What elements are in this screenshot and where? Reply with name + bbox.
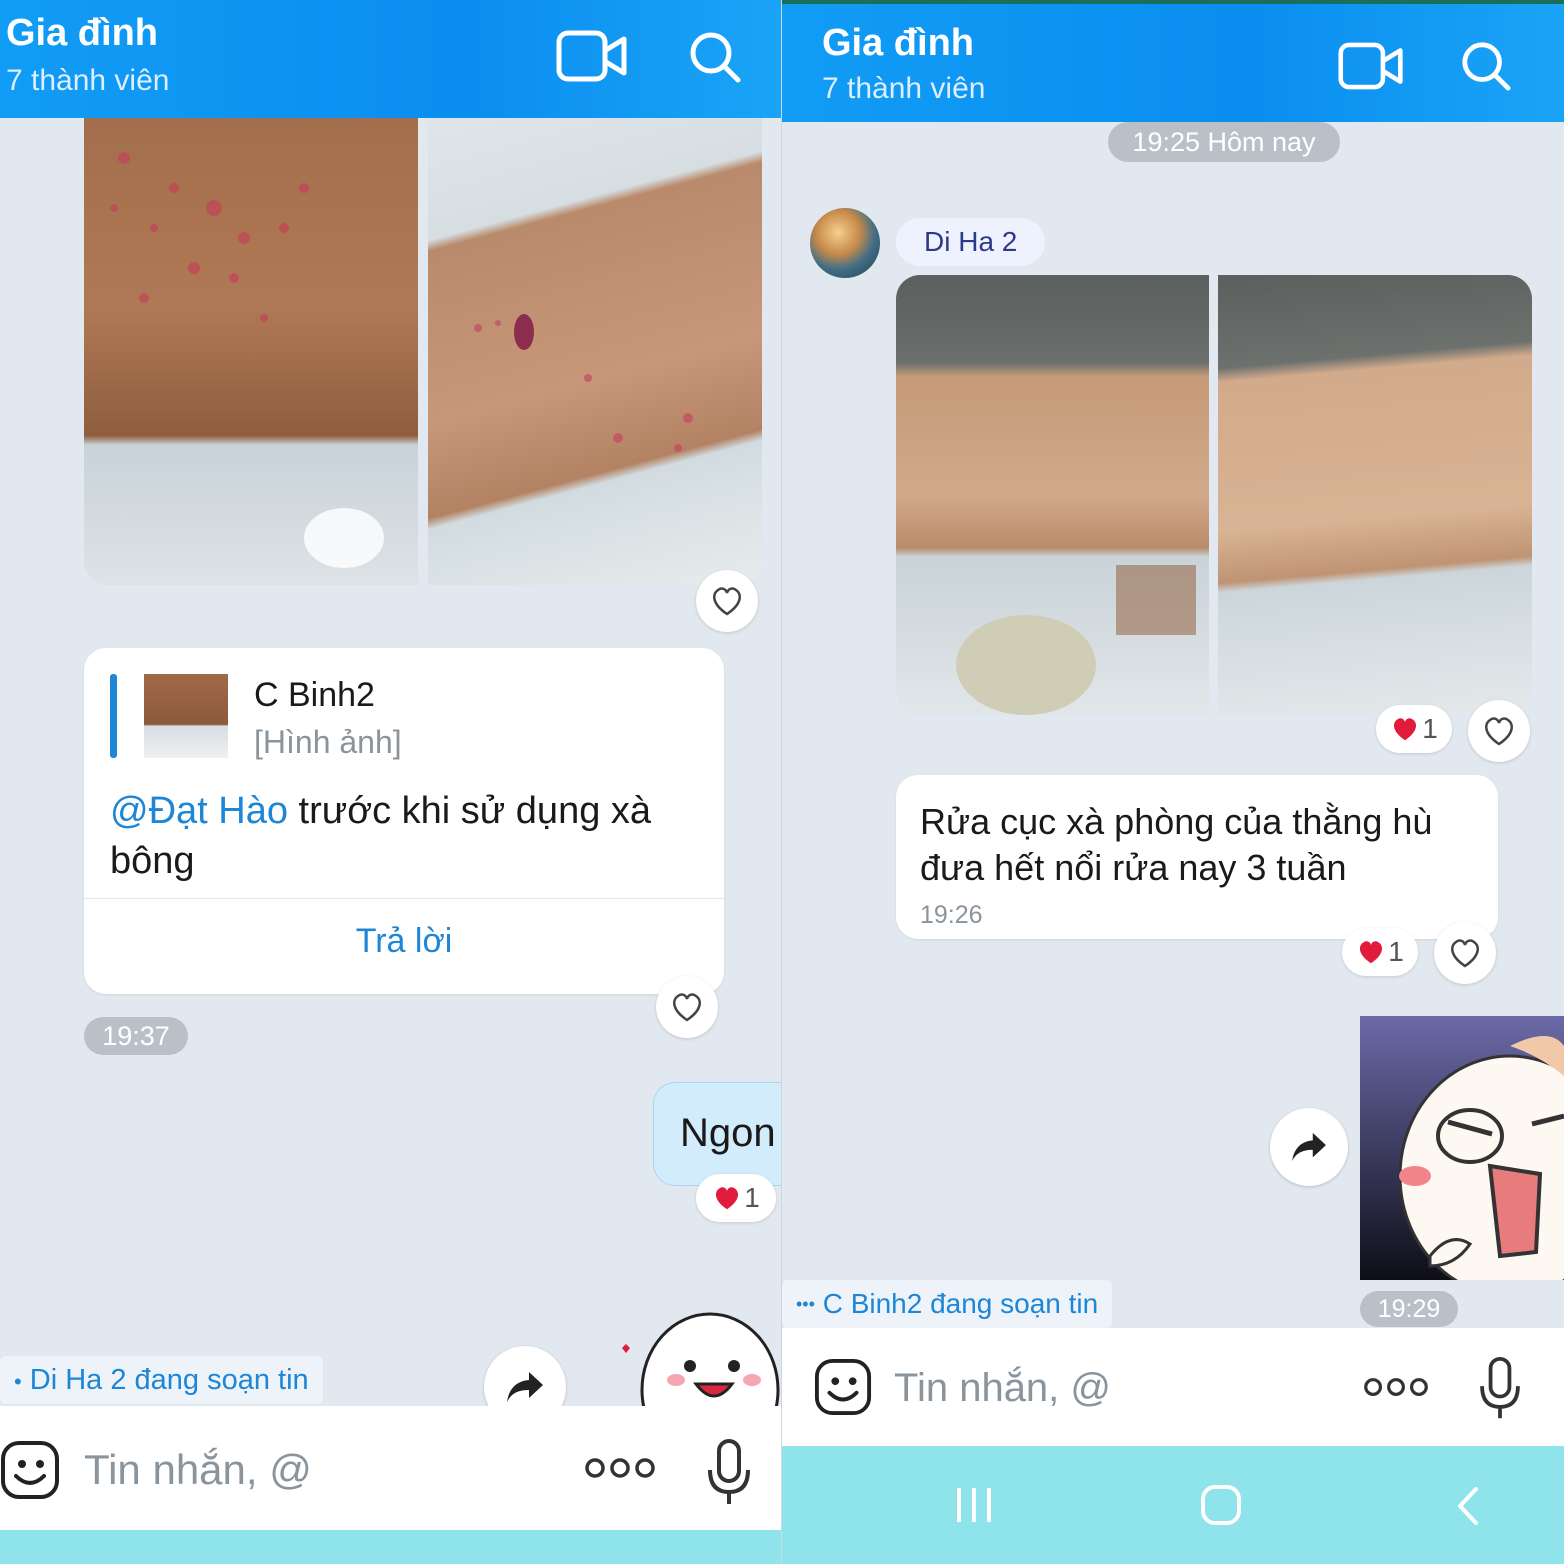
like-button[interactable] [696, 570, 758, 632]
quote-bar [110, 674, 117, 758]
search-icon[interactable] [688, 30, 742, 84]
photo-arm-healed-1[interactable] [896, 275, 1209, 715]
video-call-icon[interactable] [556, 28, 628, 84]
heart-icon [1360, 941, 1383, 964]
reaction-badge[interactable]: 1 [1342, 928, 1418, 976]
photo-group[interactable] [896, 275, 1532, 715]
sticker-angry-face[interactable] [1360, 1016, 1564, 1280]
group-title[interactable]: Gia đình [6, 12, 158, 55]
photo-arm-rash-1[interactable] [84, 118, 418, 585]
message-time: 19:26 [920, 901, 983, 929]
back-icon[interactable] [1454, 1486, 1482, 1526]
date-separator: 19:25 Hôm nay [1108, 122, 1340, 162]
reaction-badge[interactable]: 1 [1376, 705, 1452, 753]
message-line-1: Rửa cục xà phòng của thằng hù [920, 801, 1433, 842]
outgoing-message-bubble[interactable]: Ngon [653, 1082, 782, 1186]
photo-arm-healed-2[interactable] [1218, 275, 1532, 715]
recents-icon[interactable] [954, 1486, 994, 1524]
quoted-message-bubble[interactable]: C Binh2 [Hình ảnh] @Đạt Hào trước khi sử… [84, 648, 724, 994]
microphone-icon[interactable] [1478, 1356, 1522, 1422]
member-count[interactable]: 7 thành viên [6, 64, 169, 98]
home-icon[interactable] [1200, 1484, 1242, 1526]
quoted-type: [Hình ảnh] [254, 724, 402, 760]
search-icon[interactable] [1460, 40, 1512, 92]
message-input[interactable]: Tin nhắn, @ [894, 1366, 1111, 1411]
message-input[interactable]: Tin nhắn, @ [84, 1446, 312, 1494]
reaction-count: 1 [744, 1182, 760, 1213]
group-title[interactable]: Gia đình [822, 22, 974, 65]
message-line-2: đưa hết nổi rửa nay 3 tuần [920, 847, 1347, 888]
reaction-count: 1 [1388, 936, 1404, 967]
system-navbar [0, 1530, 782, 1564]
system-navbar [782, 1446, 1564, 1564]
quoted-sender: C Binh2 [254, 676, 375, 714]
sticker-time: 19:29 [1360, 1291, 1458, 1327]
heart-icon [713, 587, 741, 616]
more-icon[interactable] [584, 1456, 656, 1480]
typing-text: C Binh2 đang soạn tin [822, 1288, 1099, 1319]
reaction-badge[interactable]: 1 [696, 1174, 776, 1222]
typing-indicator: ••• C Binh2 đang soạn tin [782, 1280, 1113, 1328]
quoted-thumbnail[interactable] [144, 674, 228, 758]
typing-indicator: • Di Ha 2 đang soạn tin [0, 1356, 323, 1404]
message-text: @Đạt Hào trước khi sử dụng xà bông [110, 786, 710, 886]
emoji-icon[interactable] [0, 1440, 60, 1500]
emoji-icon[interactable] [814, 1358, 872, 1416]
video-call-icon[interactable] [1338, 40, 1404, 92]
chat-header: Gia đình 7 thành viên [782, 0, 1564, 122]
divider [84, 898, 724, 899]
typing-dot-icon: • [14, 1369, 22, 1394]
forward-icon [1292, 1132, 1326, 1162]
message-time: 19:37 [84, 1017, 188, 1055]
heart-icon [1485, 717, 1513, 746]
like-button[interactable] [656, 976, 718, 1038]
sticker-preview[interactable] [610, 1300, 782, 1410]
member-count[interactable]: 7 thành viên [822, 72, 985, 106]
outgoing-text: Ngon [680, 1111, 776, 1155]
heart-icon [716, 1187, 739, 1210]
microphone-icon[interactable] [706, 1438, 752, 1508]
typing-text: Di Ha 2 đang soạn tin [29, 1364, 309, 1396]
like-button[interactable] [1434, 922, 1496, 984]
message-composer: Tin nhắn, @ [0, 1406, 782, 1530]
typing-dots-icon: ••• [796, 1294, 815, 1314]
mention-link[interactable]: @Đạt Hào [110, 790, 288, 832]
reply-button[interactable]: Trả lời [84, 922, 724, 961]
sender-name[interactable]: Di Ha 2 [896, 218, 1046, 266]
reaction-count: 1 [1422, 713, 1438, 744]
heart-icon [1394, 718, 1417, 741]
forward-icon [507, 1372, 543, 1402]
heart-icon [1451, 939, 1479, 968]
chat-screen-left: Gia đình 7 thành viên C Binh2 [Hình ảnh]… [0, 0, 782, 1564]
message-bubble[interactable]: Rửa cục xà phòng của thằng hù đưa hết nổ… [896, 775, 1498, 939]
photo-group[interactable] [84, 118, 762, 585]
more-icon[interactable] [1362, 1376, 1430, 1398]
chat-screen-right: Gia đình 7 thành viên 19:25 Hôm nay Di H… [782, 0, 1564, 1564]
avatar[interactable] [810, 208, 880, 278]
like-button[interactable] [1468, 700, 1530, 762]
chat-header: Gia đình 7 thành viên [0, 0, 782, 118]
message-composer: Tin nhắn, @ [782, 1328, 1564, 1446]
heart-icon [673, 993, 701, 1022]
forward-button[interactable] [1270, 1108, 1348, 1186]
photo-arm-rash-2[interactable] [428, 118, 762, 585]
